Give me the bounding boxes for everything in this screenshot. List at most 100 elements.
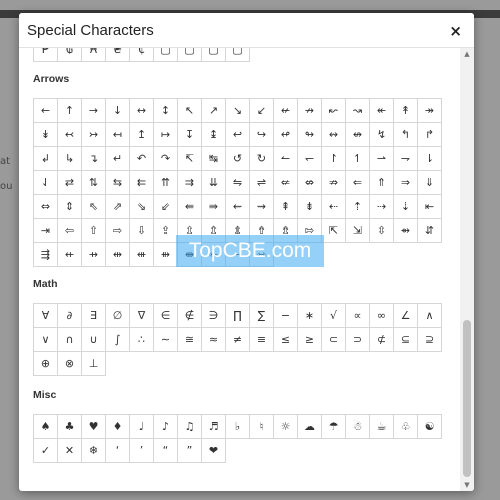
char-cell[interactable]: ∉ [177,303,202,328]
char-cell[interactable]: ↡ [33,122,58,147]
char-cell[interactable]: ⇎ [297,170,322,195]
char-cell[interactable]: ↯ [369,122,394,147]
char-cell[interactable]: ⇓ [417,170,442,195]
char-cell[interactable]: ≈ [201,327,226,352]
char-cell[interactable]: ↩ [225,122,250,147]
char-cell[interactable]: ⊄ [369,327,394,352]
char-cell[interactable]: ↜ [321,98,346,123]
char-cell[interactable]: ↦ [153,122,178,147]
char-cell[interactable]: ⇸ [81,242,106,267]
char-cell[interactable]: ∪ [81,327,106,352]
char-cell[interactable]: ↠ [417,98,442,123]
char-cell[interactable]: ⇩ [129,218,154,243]
char-cell[interactable]: ♮ [249,414,274,439]
char-cell[interactable]: ⇺ [129,242,154,267]
char-cell[interactable]: ← [33,98,58,123]
char-cell[interactable]: ∨ [33,327,58,352]
char-cell[interactable]: ↪ [249,122,274,147]
char-cell[interactable]: ♬ [201,414,226,439]
char-cell[interactable]: ↳ [57,146,82,171]
char-cell[interactable]: ⊆ [393,327,418,352]
char-cell[interactable]: ⇃ [33,170,58,195]
close-icon[interactable]: × [449,22,462,40]
char-cell[interactable]: ↛ [297,98,322,123]
char-cell[interactable]: ⇅ [81,170,106,195]
scroll-down-arrow-icon[interactable]: ▼ [460,479,474,491]
char-cell[interactable]: ⇂ [417,146,442,171]
char-cell[interactable]: ⇉ [177,170,202,195]
char-cell[interactable]: ⇈ [153,170,178,195]
char-cell[interactable]: ↘ [225,98,250,123]
char-cell[interactable]: ↷ [153,146,178,171]
char-cell[interactable]: ⇀ [369,146,394,171]
char-cell[interactable]: ↿ [345,146,370,171]
char-cell[interactable]: √ [321,303,346,328]
char-cell[interactable]: “ [153,438,178,463]
char-cell[interactable]: ▢ [225,48,250,62]
char-cell[interactable]: ‘ [105,438,130,463]
char-cell[interactable]: ∴ [129,327,154,352]
char-cell[interactable]: ♫ [177,414,202,439]
char-cell[interactable]: ♥ [81,414,106,439]
char-cell[interactable]: ⇨ [105,218,130,243]
scrollbar-thumb[interactable] [463,320,471,477]
char-cell[interactable]: ⇔ [33,194,58,219]
char-cell[interactable]: ⇛ [201,194,226,219]
char-cell[interactable]: ↭ [321,122,346,147]
char-cell[interactable]: ✓ [33,438,58,463]
char-cell[interactable]: ↙ [249,98,274,123]
char-cell[interactable]: ⇠ [321,194,346,219]
char-cell[interactable]: ↥ [129,122,154,147]
char-cell[interactable]: ⇕ [57,194,82,219]
char-cell[interactable]: ⇳ [369,218,394,243]
char-cell[interactable]: ⇗ [105,194,130,219]
char-cell[interactable]: ☼ [273,414,298,439]
char-cell[interactable]: ↣ [81,122,106,147]
char-cell[interactable]: ❤ [201,438,226,463]
char-cell[interactable]: ⇧ [81,218,106,243]
char-cell[interactable]: ↮ [345,122,370,147]
char-cell[interactable]: ⇁ [393,146,418,171]
char-cell[interactable]: ₴ [105,48,130,62]
char-cell[interactable]: ☂ [321,414,346,439]
char-cell[interactable]: ⇻ [153,242,178,267]
char-cell[interactable]: ↼ [273,146,298,171]
char-cell[interactable]: ↤ [105,122,130,147]
char-cell[interactable]: ⇦ [57,218,82,243]
char-cell[interactable]: ⇥ [33,218,58,243]
char-cell[interactable]: ⇐ [345,170,370,195]
scroll-up-arrow-icon[interactable]: ▲ [460,48,474,60]
char-cell[interactable]: ⇏ [321,170,346,195]
char-cell[interactable]: ☁ [297,414,322,439]
char-cell[interactable]: ⇴ [393,218,418,243]
char-cell[interactable]: ⇇ [129,170,154,195]
char-cell[interactable]: ☯ [417,414,442,439]
char-cell[interactable]: ∅ [105,303,130,328]
char-cell[interactable]: ↽ [297,146,322,171]
char-cell[interactable]: ⇢ [369,194,394,219]
scrollbar[interactable]: ▲ ▼ [460,48,474,491]
char-cell[interactable]: ↗ [201,98,226,123]
char-cell[interactable]: ∗ [297,303,322,328]
char-cell[interactable]: ⇞ [273,194,298,219]
char-cell[interactable]: ⇶ [33,242,58,267]
char-cell[interactable]: ∫ [105,327,130,352]
char-cell[interactable]: ⊥ [81,351,106,376]
char-cell[interactable]: ∀ [33,303,58,328]
char-cell[interactable]: ⇝ [249,194,274,219]
char-cell[interactable]: ↨ [201,122,226,147]
char-cell[interactable]: ↔ [129,98,154,123]
char-cell[interactable]: ⊃ [345,327,370,352]
char-cell[interactable]: ↵ [105,146,130,171]
char-cell[interactable]: ☕ [369,414,394,439]
char-cell[interactable]: ↹ [201,146,226,171]
char-cell[interactable]: ∑ [249,303,274,328]
char-cell[interactable]: ’ [129,438,154,463]
char-cell[interactable]: ⇡ [345,194,370,219]
char-cell[interactable]: ∼ [153,327,178,352]
char-cell[interactable]: ↫ [273,122,298,147]
char-cell[interactable]: ∂ [57,303,82,328]
char-cell[interactable]: ↟ [393,98,418,123]
char-cell[interactable]: ↧ [177,122,202,147]
char-cell[interactable]: ▢ [153,48,178,62]
